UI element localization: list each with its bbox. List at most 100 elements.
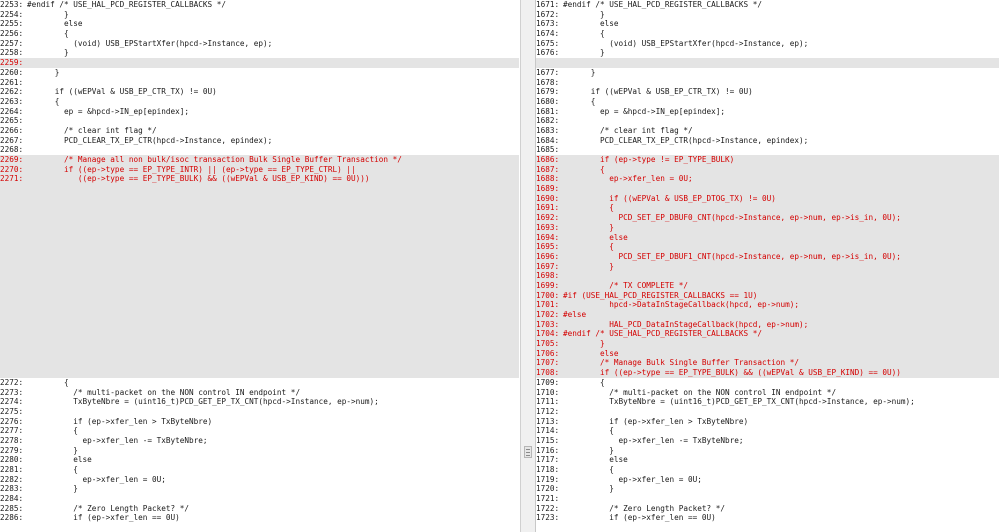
placeholder-line — [0, 261, 519, 272]
code-line: 2264: ep = &hpcd->IN_ep[epindex]; — [0, 107, 519, 117]
code-text: } — [27, 484, 78, 494]
placeholder-line — [0, 242, 519, 252]
line-number: 2283: — [0, 484, 24, 494]
right-diff-pane[interactable]: 1671: #endif /* USE_HAL_PCD_REGISTER_CALL… — [535, 0, 999, 532]
line-number: 1673: — [536, 19, 560, 29]
line-number: 2255: — [0, 19, 24, 29]
code-text: #if (USE_HAL_PCD_REGISTER_CALLBACKS == 1… — [563, 290, 758, 300]
code-text: /* Zero Length Packet? */ — [563, 503, 725, 513]
code-text: TxByteNbre = (uint16_t)PCD_GET_EP_TX_CNT… — [27, 397, 379, 407]
code-text: { — [563, 465, 614, 474]
line-number: 2265: — [0, 116, 24, 126]
line-number: 1715: — [536, 435, 560, 445]
code-line: 1722: /* Zero Length Packet? */ — [536, 504, 999, 514]
line-number: 2259: — [0, 58, 24, 68]
line-number: 1684: — [536, 135, 560, 145]
line-number: 2258: — [0, 48, 24, 58]
code-line: 1704: #endif /* USE_HAL_PCD_REGISTER_CALL… — [536, 329, 999, 340]
code-line: 2281: { — [0, 465, 519, 475]
line-number: 1720: — [536, 484, 560, 494]
line-number: 1699: — [536, 280, 560, 290]
code-line: 1702: #else — [536, 310, 999, 320]
code-text: } — [563, 9, 605, 19]
line-number: 1706: — [536, 348, 560, 358]
line-number: 2254: — [0, 9, 24, 19]
line-number: 1723: — [536, 513, 560, 523]
line-number: 2276: — [0, 416, 24, 426]
line-number: 2273: — [0, 387, 24, 397]
code-line: 1699: /* TX COMPLETE */ — [536, 280, 999, 291]
code-line: 1718: { — [536, 465, 999, 475]
scrollbar-grip-icon[interactable] — [524, 446, 532, 458]
code-text: } — [563, 48, 605, 58]
code-text: } — [563, 484, 614, 494]
line-number: 2282: — [0, 474, 24, 484]
code-line: 1685: — [536, 145, 999, 155]
code-line: 2263: { — [0, 97, 519, 107]
code-line: 2276: if (ep->xfer_len > TxByteNbre) — [0, 417, 519, 427]
code-line: 2269: /* Manage all non bulk/isoc transa… — [0, 155, 519, 165]
code-text: ep = &hpcd->IN_ep[epindex]; — [27, 106, 189, 116]
placeholder-line — [0, 300, 519, 310]
line-number: 1710: — [536, 387, 560, 397]
placeholder-line — [0, 232, 519, 243]
line-number: 2278: — [0, 435, 24, 445]
placeholder-line — [0, 203, 519, 214]
line-number: 1708: — [536, 368, 560, 378]
code-text: PCD_CLEAR_TX_EP_CTR(hpcd->Instance, epin… — [563, 135, 809, 145]
line-number: 2274: — [0, 397, 24, 407]
code-line: 2262: if ((wEPVal & USB_EP_CTR_TX) != 0U… — [0, 87, 519, 97]
line-number: 1694: — [536, 232, 560, 242]
code-text: { — [27, 465, 78, 474]
code-text: { — [563, 242, 614, 252]
code-line: 2257: (void) USB_EPStartXfer(hpcd->Insta… — [0, 39, 519, 49]
code-line: 1677: } — [536, 68, 999, 78]
code-line: 1683: /* clear int flag */ — [536, 126, 999, 136]
line-number: 1685: — [536, 145, 560, 155]
code-text: ep->xfer_len = 0U; — [27, 474, 166, 484]
code-line: 1710: /* multi-packet on the NON control… — [536, 388, 999, 398]
line-number: 1696: — [536, 251, 560, 261]
code-text: PCD_CLEAR_TX_EP_CTR(hpcd->Instance, epin… — [27, 135, 273, 145]
placeholder-line — [0, 339, 519, 349]
line-number: 2270: — [0, 164, 24, 174]
code-text: if ((ep->type == EP_TYPE_INTR) || (ep->t… — [27, 164, 356, 174]
line-number: 1689: — [536, 184, 560, 194]
line-number: 1681: — [536, 106, 560, 116]
code-text: #endif /* USE_HAL_PCD_REGISTER_CALLBACKS… — [563, 329, 763, 339]
line-number: 1692: — [536, 213, 560, 223]
code-text: if (ep->xfer_len == 0U) — [563, 513, 716, 523]
code-line: 2273: /* multi-packet on the NON control… — [0, 388, 519, 398]
line-number: 2275: — [0, 406, 24, 416]
line-number: 2284: — [0, 494, 24, 504]
line-number: 2272: — [0, 377, 24, 387]
code-line: 1673: else — [536, 19, 999, 29]
code-line: 2280: else — [0, 455, 519, 465]
code-line: 1701: hpcd->DataInStageCallback(hpcd, ep… — [536, 300, 999, 310]
code-line: 1695: { — [536, 242, 999, 252]
code-text: if ((wEPVal & USB_EP_CTR_TX) != 0U) — [563, 87, 753, 97]
code-line: 1672: } — [536, 10, 999, 20]
line-number: 2264: — [0, 106, 24, 116]
code-text: ep->xfer_len = 0U; — [563, 474, 702, 484]
line-number: 2271: — [0, 174, 24, 184]
line-number: 1691: — [536, 203, 560, 213]
code-line: 1706: else — [536, 348, 999, 359]
line-number: 1676: — [536, 48, 560, 58]
center-scrollbar[interactable] — [520, 0, 536, 532]
code-text: if (ep->xfer_len == 0U) — [27, 513, 180, 523]
placeholder-line — [0, 358, 519, 369]
line-number: 2286: — [0, 513, 24, 523]
code-line: 1687: { — [536, 164, 999, 175]
code-line: 2282: ep->xfer_len = 0U; — [0, 475, 519, 485]
code-line: 1679: if ((wEPVal & USB_EP_CTR_TX) != 0U… — [536, 87, 999, 97]
code-text: #else — [563, 310, 587, 319]
left-diff-pane[interactable]: 2253: #endif /* USE_HAL_PCD_REGISTER_CALL… — [0, 0, 519, 532]
code-text: { — [563, 426, 614, 436]
line-number: 1686: — [536, 155, 560, 164]
code-line: 2255: else — [0, 19, 519, 29]
code-line: 1716: } — [536, 446, 999, 456]
line-number: 2268: — [0, 145, 24, 155]
line-number: 2260: — [0, 67, 24, 77]
line-number: 1679: — [536, 87, 560, 97]
